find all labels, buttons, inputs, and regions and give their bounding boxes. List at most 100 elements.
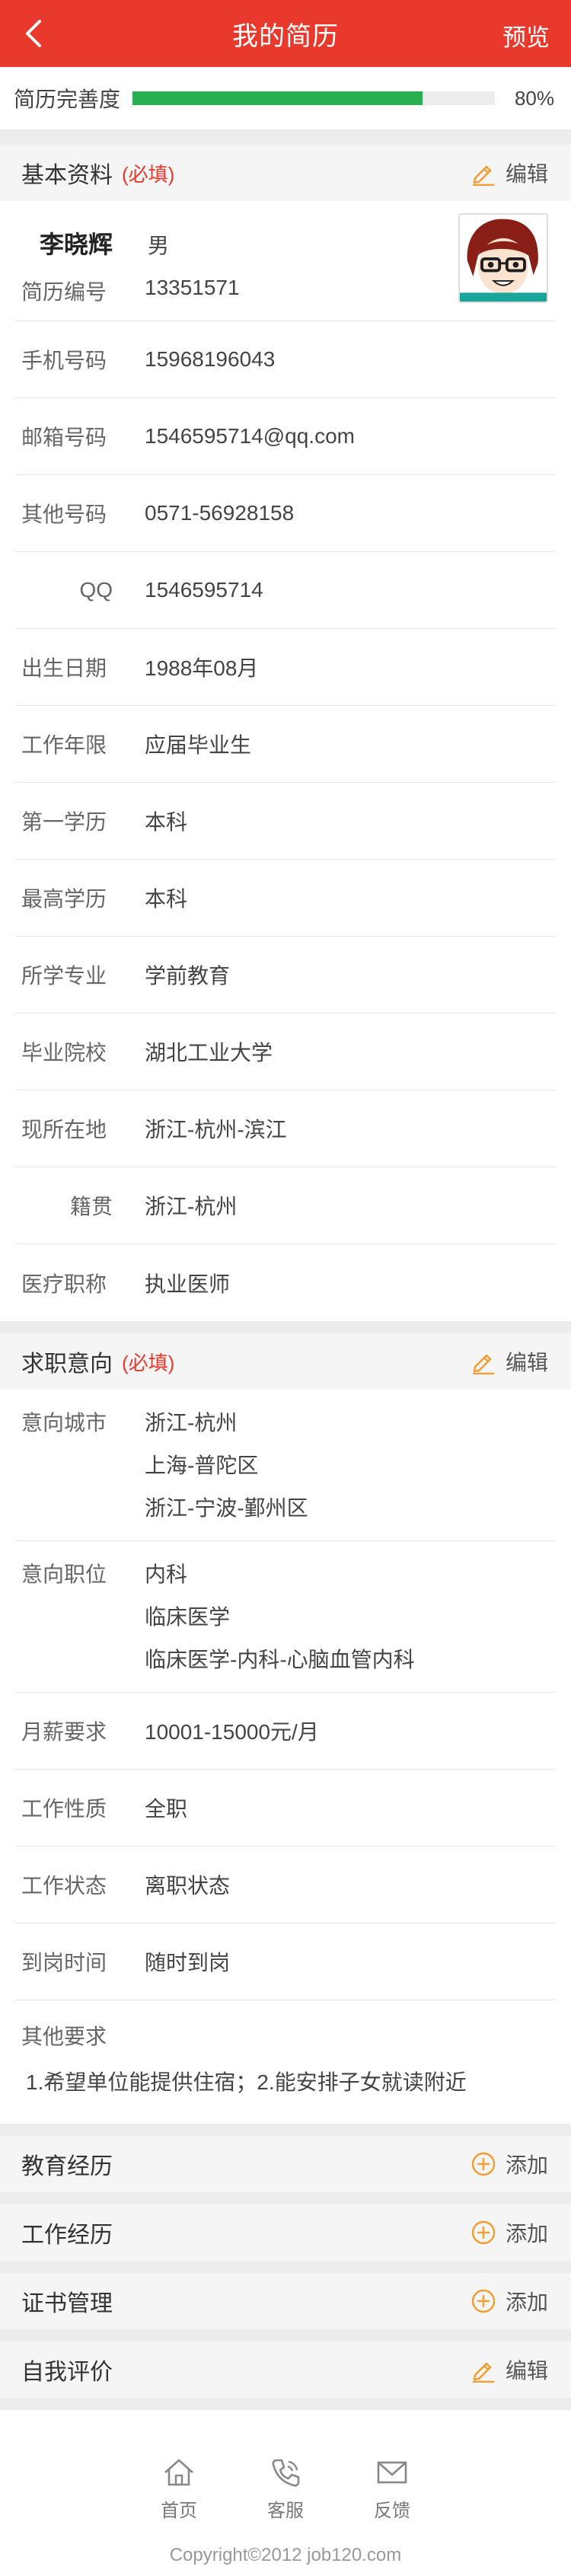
candidate-name: 李晓辉 bbox=[40, 231, 113, 258]
other-requirements: 其他要求 1.希望单位能提供住宿；2.能安排子女就读附近 bbox=[0, 2000, 571, 2124]
basic-info-title: 基本资料 bbox=[21, 163, 113, 188]
field-label: QQ bbox=[79, 578, 113, 602]
field-row-first-degree: 第一学历 本科 bbox=[15, 783, 556, 860]
basic-info-header: 基本资料 (必填) 编辑 bbox=[0, 145, 571, 201]
home-icon bbox=[164, 2459, 193, 2486]
field-row-birth-date: 出生日期 1988年08月 bbox=[15, 629, 556, 706]
section-divider bbox=[0, 2124, 571, 2136]
field-row-medical-title: 医疗职称 执业医师 bbox=[15, 1244, 556, 1321]
footer-nav-service[interactable]: 客服 bbox=[232, 2454, 339, 2522]
field-row-current-location: 现所在地 浙江-杭州-滨江 bbox=[15, 1090, 556, 1167]
footer-nav-home[interactable]: 首页 bbox=[126, 2454, 232, 2522]
job-intent-title: 求职意向 bbox=[21, 1352, 113, 1377]
job-intent-header: 求职意向 (必填) 编辑 bbox=[0, 1333, 571, 1390]
field-row-qq: QQ 1546595714 bbox=[15, 552, 556, 629]
certificate-header: 证书管理 添加 bbox=[0, 2273, 571, 2329]
avatar[interactable] bbox=[458, 213, 548, 303]
intended-city-item: 浙江-宁波-鄞州区 bbox=[145, 1496, 308, 1520]
field-value: 全职 bbox=[145, 1797, 188, 1821]
field-label: 出生日期 bbox=[21, 656, 107, 680]
field-row-work-years: 工作年限 应届毕业生 bbox=[15, 706, 556, 783]
field-value: 本科 bbox=[145, 810, 188, 834]
field-value: 执业医师 bbox=[145, 1272, 231, 1296]
self-evaluation-header: 自我评价 编辑 bbox=[0, 2341, 571, 2398]
self-evaluation-edit-button[interactable]: 编辑 bbox=[471, 2341, 548, 2398]
footer-nav: 首页 客服 反馈 bbox=[0, 2439, 571, 2522]
field-label: 医疗职称 bbox=[21, 1272, 107, 1296]
field-value: 应届毕业生 bbox=[145, 733, 252, 757]
completeness-progress-bar bbox=[132, 91, 495, 105]
profile-summary: 李晓辉 男 简历编号 13351571 bbox=[0, 201, 571, 321]
field-row-highest-degree: 最高学历 本科 bbox=[15, 860, 556, 937]
field-label: 毕业院校 bbox=[21, 1041, 107, 1065]
job-intent-edit-button[interactable]: 编辑 bbox=[471, 1333, 548, 1390]
self-evaluation-title: 自我评价 bbox=[21, 2360, 113, 2385]
job-intent-fields: 意向城市 浙江-杭州 上海-普陀区 浙江-宁波-鄞州区 意向职位 内科 临床医学… bbox=[0, 1390, 571, 2000]
work-experience-add-button[interactable]: 添加 bbox=[471, 2204, 548, 2261]
field-label: 工作性质 bbox=[21, 1797, 107, 1821]
field-row-other-phone: 其他号码 0571-56928158 bbox=[15, 475, 556, 552]
edit-pencil-icon bbox=[472, 2362, 494, 2383]
intended-position-item: 临床医学-内科-心脑血管内科 bbox=[145, 1648, 415, 1671]
footer-nav-home-label: 首页 bbox=[161, 2501, 197, 2521]
page-title: 我的简历 bbox=[232, 21, 339, 51]
name-gender-row: 李晓辉 男 bbox=[40, 225, 169, 260]
other-requirements-value: 1.希望单位能提供住宿；2.能安排子女就读附近 bbox=[26, 2070, 467, 2094]
add-circle-icon bbox=[471, 2289, 496, 2313]
field-value: 本科 bbox=[145, 887, 188, 911]
section-divider bbox=[0, 1321, 571, 1333]
mail-icon bbox=[377, 2461, 407, 2484]
field-row-salary: 月薪要求 10001-15000元/月 bbox=[15, 1693, 556, 1770]
section-divider bbox=[0, 2398, 571, 2410]
back-icon[interactable] bbox=[18, 17, 52, 50]
phone-icon bbox=[272, 2459, 300, 2487]
field-row-email: 邮箱号码 1546595714@qq.com bbox=[15, 398, 556, 475]
footer-nav-feedback-label: 反馈 bbox=[374, 2501, 410, 2521]
field-row-intended-position: 意向职位 内科 临床医学 临床医学-内科-心脑血管内科 bbox=[15, 1541, 556, 1693]
intended-position-item: 内科 bbox=[145, 1563, 188, 1586]
basic-info-edit-button[interactable]: 编辑 bbox=[471, 145, 548, 201]
basic-info-fields: 手机号码 15968196043 邮箱号码 1546595714@qq.com … bbox=[0, 321, 571, 1321]
footer-nav-feedback[interactable]: 反馈 bbox=[339, 2454, 445, 2522]
basic-info-edit-label: 编辑 bbox=[505, 162, 548, 186]
education-add-label: 添加 bbox=[505, 2153, 548, 2177]
resume-id-label: 简历编号 bbox=[21, 280, 107, 304]
field-row-job-type: 工作性质 全职 bbox=[15, 1770, 556, 1847]
section-divider bbox=[0, 129, 571, 145]
preview-button[interactable]: 预览 bbox=[502, 18, 550, 53]
top-bar: 我的简历 预览 bbox=[0, 0, 571, 67]
field-value: 浙江-杭州 bbox=[145, 1195, 238, 1218]
field-value: 学前教育 bbox=[145, 964, 231, 988]
field-row-work-status: 工作状态 离职状态 bbox=[15, 1847, 556, 1923]
edit-pencil-icon bbox=[472, 165, 494, 186]
add-circle-icon bbox=[471, 2152, 496, 2176]
field-value: 1988年08月 bbox=[145, 656, 259, 680]
required-mark: (必填) bbox=[122, 1351, 175, 1374]
add-circle-icon bbox=[471, 2220, 496, 2245]
resume-id-row: 简历编号 13351571 bbox=[21, 276, 240, 306]
field-value: 浙江-杭州-滨江 bbox=[145, 1118, 287, 1141]
intended-city-item: 浙江-杭州 bbox=[145, 1411, 238, 1435]
field-label: 最高学历 bbox=[21, 887, 107, 911]
self-evaluation-edit-label: 编辑 bbox=[505, 2359, 548, 2383]
field-row-major: 所学专业 学前教育 bbox=[15, 937, 556, 1013]
section-divider bbox=[0, 2261, 571, 2273]
field-label: 意向城市 bbox=[21, 1411, 107, 1435]
job-intent-edit-label: 编辑 bbox=[505, 1351, 548, 1374]
section-divider bbox=[0, 2192, 571, 2204]
field-label: 月薪要求 bbox=[21, 1720, 107, 1744]
field-label: 到岗时间 bbox=[21, 1951, 107, 1974]
field-label: 所学专业 bbox=[21, 964, 107, 988]
field-label: 意向职位 bbox=[21, 1563, 107, 1586]
resume-completeness: 简历完善度 80% bbox=[0, 67, 571, 129]
education-add-button[interactable]: 添加 bbox=[471, 2136, 548, 2192]
work-experience-add-label: 添加 bbox=[505, 2222, 548, 2246]
certificate-add-button[interactable]: 添加 bbox=[471, 2273, 548, 2329]
certificate-title: 证书管理 bbox=[21, 2291, 113, 2316]
field-value: 1546595714@qq.com bbox=[145, 424, 355, 448]
intended-city-list: 浙江-杭州 上海-普陀区 浙江-宁波-鄞州区 bbox=[145, 1402, 308, 1530]
field-label: 工作状态 bbox=[21, 1874, 107, 1898]
field-value: 随时到岗 bbox=[145, 1951, 231, 1974]
intended-position-item: 临床医学 bbox=[145, 1605, 231, 1629]
field-label: 手机号码 bbox=[21, 349, 107, 372]
